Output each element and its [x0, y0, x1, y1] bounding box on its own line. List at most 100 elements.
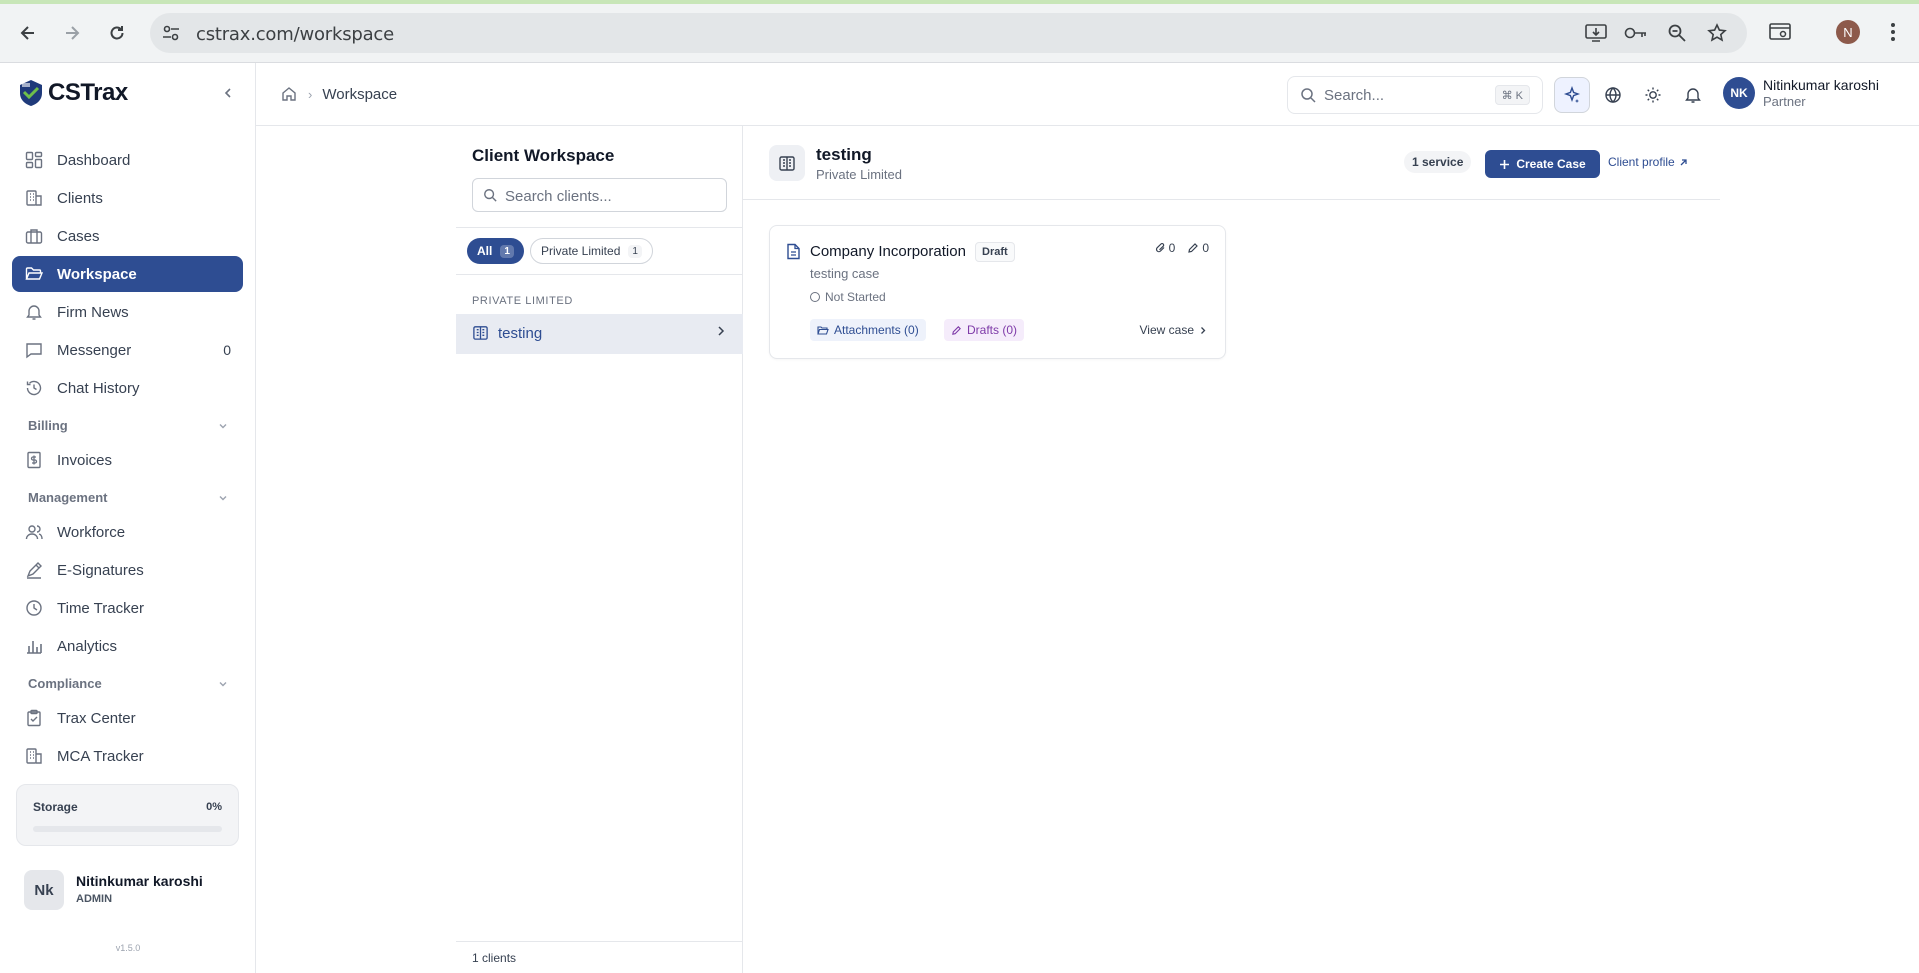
client-list-item[interactable]: testing: [456, 314, 743, 354]
chevron-down-icon: [219, 423, 227, 428]
page-load-bar: [0, 0, 1919, 4]
messenger-count-badge: 0: [223, 342, 231, 358]
case-stats: 0 0: [1155, 241, 1209, 255]
sidebar-item-chat-history[interactable]: Chat History: [12, 370, 243, 406]
sidebar-item-workforce[interactable]: Workforce: [12, 514, 243, 550]
ai-sparkle-button[interactable]: [1554, 77, 1590, 113]
search-shortcut-hint: ⌘ K: [1494, 85, 1530, 105]
view-case-link[interactable]: View case: [1140, 323, 1207, 337]
browser-profile-avatar[interactable]: N: [1834, 18, 1862, 46]
folder-open-icon: [817, 325, 829, 335]
divider: [456, 274, 742, 275]
notifications-button[interactable]: [1675, 77, 1711, 113]
app-version: v1.5.0: [115, 943, 141, 953]
sidebar-item-trax-center[interactable]: Trax Center: [12, 700, 243, 736]
sidebar-item-invoices[interactable]: Invoices: [12, 442, 243, 478]
install-app-icon[interactable]: [1584, 22, 1608, 44]
password-key-icon[interactable]: [1624, 22, 1648, 44]
client-profile-link[interactable]: Client profile: [1608, 155, 1688, 169]
sidebar-item-label: Invoices: [57, 451, 113, 469]
folder-open-icon: [23, 263, 45, 285]
sidebar-item-label: Firm News: [57, 303, 129, 321]
sidebar-item-e-signatures[interactable]: E-Signatures: [12, 552, 243, 588]
client-detail-header: testing Private Limited 1 service Create…: [743, 126, 1720, 200]
clipboard-check-icon: [23, 707, 45, 729]
sidebar-item-cases[interactable]: Cases: [12, 218, 243, 254]
client-group-label: PRIVATE LIMITED: [472, 295, 573, 307]
storage-progress-bar: [33, 826, 222, 832]
filter-chip-all[interactable]: All 1: [467, 238, 524, 264]
filter-count: 1: [500, 244, 514, 258]
case-card[interactable]: Company Incorporation Draft 0 0 testing …: [769, 225, 1226, 359]
language-button[interactable]: [1595, 77, 1631, 113]
user-role: Partner: [1763, 94, 1806, 109]
sidebar-item-clients[interactable]: Clients: [12, 180, 243, 216]
history-icon: [23, 377, 45, 399]
sidebar-item-label: E-Signatures: [57, 561, 144, 579]
search-icon: [1300, 87, 1316, 103]
sidebar-item-time-tracker[interactable]: Time Tracker: [12, 590, 243, 626]
circle-status-icon: [810, 292, 820, 302]
tab-search-icon[interactable]: [1766, 18, 1794, 46]
attachments-button[interactable]: Attachments (0): [810, 319, 926, 341]
sidebar-item-mca-tracker[interactable]: MCA Tracker: [12, 738, 243, 774]
sidebar-item-dashboard[interactable]: Dashboard: [12, 142, 243, 178]
building-icon: [472, 324, 489, 341]
bookmark-star-icon[interactable]: [1705, 22, 1729, 44]
client-search-placeholder: Search clients...: [505, 188, 612, 205]
case-status-badge: Draft: [975, 242, 1015, 262]
client-name: testing: [498, 325, 543, 342]
address-bar[interactable]: cstrax.com/workspace: [150, 13, 1747, 53]
breadcrumb-chevron-icon: ›: [308, 86, 313, 102]
create-case-label: Create Case: [1516, 157, 1586, 171]
filter-chip-private-limited[interactable]: Private Limited 1: [530, 238, 653, 264]
browser-toolbar: cstrax.com/workspace N: [0, 0, 1919, 63]
brand-name: CSTrax: [48, 79, 128, 106]
building-icon: [769, 145, 805, 181]
clock-icon: [23, 597, 45, 619]
client-search-input[interactable]: Search clients...: [472, 178, 727, 212]
user-role: ADMIN: [76, 893, 113, 905]
sidebar-item-analytics[interactable]: Analytics: [12, 628, 243, 664]
draft-count: 0: [1187, 241, 1209, 255]
global-search-input[interactable]: Search... ⌘ K: [1287, 76, 1543, 114]
paperclip-icon: [1155, 242, 1165, 253]
plus-icon: [1500, 159, 1510, 169]
drafts-label: Drafts (0): [967, 323, 1018, 337]
address-url[interactable]: cstrax.com/workspace: [196, 24, 394, 45]
sidebar-item-label: Trax Center: [57, 709, 136, 727]
billing-section-toggle[interactable]: Billing: [28, 418, 228, 433]
back-icon[interactable]: [13, 18, 43, 48]
home-icon[interactable]: [280, 85, 298, 103]
breadcrumb-current: Workspace: [322, 85, 398, 103]
sidebar-item-workspace[interactable]: Workspace: [12, 256, 243, 292]
zoom-icon[interactable]: [1665, 22, 1689, 44]
sparkle-icon: [1563, 86, 1581, 103]
cstrax-logo-icon: [20, 80, 42, 106]
site-settings-icon[interactable]: [160, 23, 182, 43]
user-name: Nitinkumar karoshi: [76, 873, 203, 889]
client-count: 1 clients: [472, 951, 517, 965]
compliance-section-toggle[interactable]: Compliance: [28, 676, 228, 691]
dashboard-icon: [23, 149, 45, 171]
breadcrumb: › Workspace: [280, 85, 397, 103]
sidebar-item-messenger[interactable]: Messenger 0: [12, 332, 243, 368]
chevron-down-icon: [219, 495, 227, 500]
forward-icon[interactable]: [57, 18, 87, 48]
user-name: Nitinkumar karoshi: [1763, 77, 1879, 93]
create-case-button[interactable]: Create Case: [1485, 150, 1600, 178]
collapse-sidebar-icon[interactable]: [218, 83, 238, 103]
sidebar-item-label: Workforce: [57, 523, 126, 541]
pencil-icon: [1188, 243, 1199, 253]
sidebar-item-label: Workspace: [57, 265, 137, 283]
sidebar-item-firm-news[interactable]: Firm News: [12, 294, 243, 330]
brand-logo[interactable]: CSTrax: [18, 79, 128, 107]
theme-toggle-button[interactable]: [1635, 77, 1671, 113]
management-section-toggle[interactable]: Management: [28, 490, 228, 505]
filter-count: 1: [628, 244, 642, 258]
filter-label: All: [477, 244, 493, 258]
avatar: NK: [1723, 77, 1755, 109]
drafts-button[interactable]: Drafts (0): [944, 319, 1025, 341]
browser-menu-icon[interactable]: [1879, 18, 1907, 46]
reload-icon[interactable]: [102, 18, 132, 48]
